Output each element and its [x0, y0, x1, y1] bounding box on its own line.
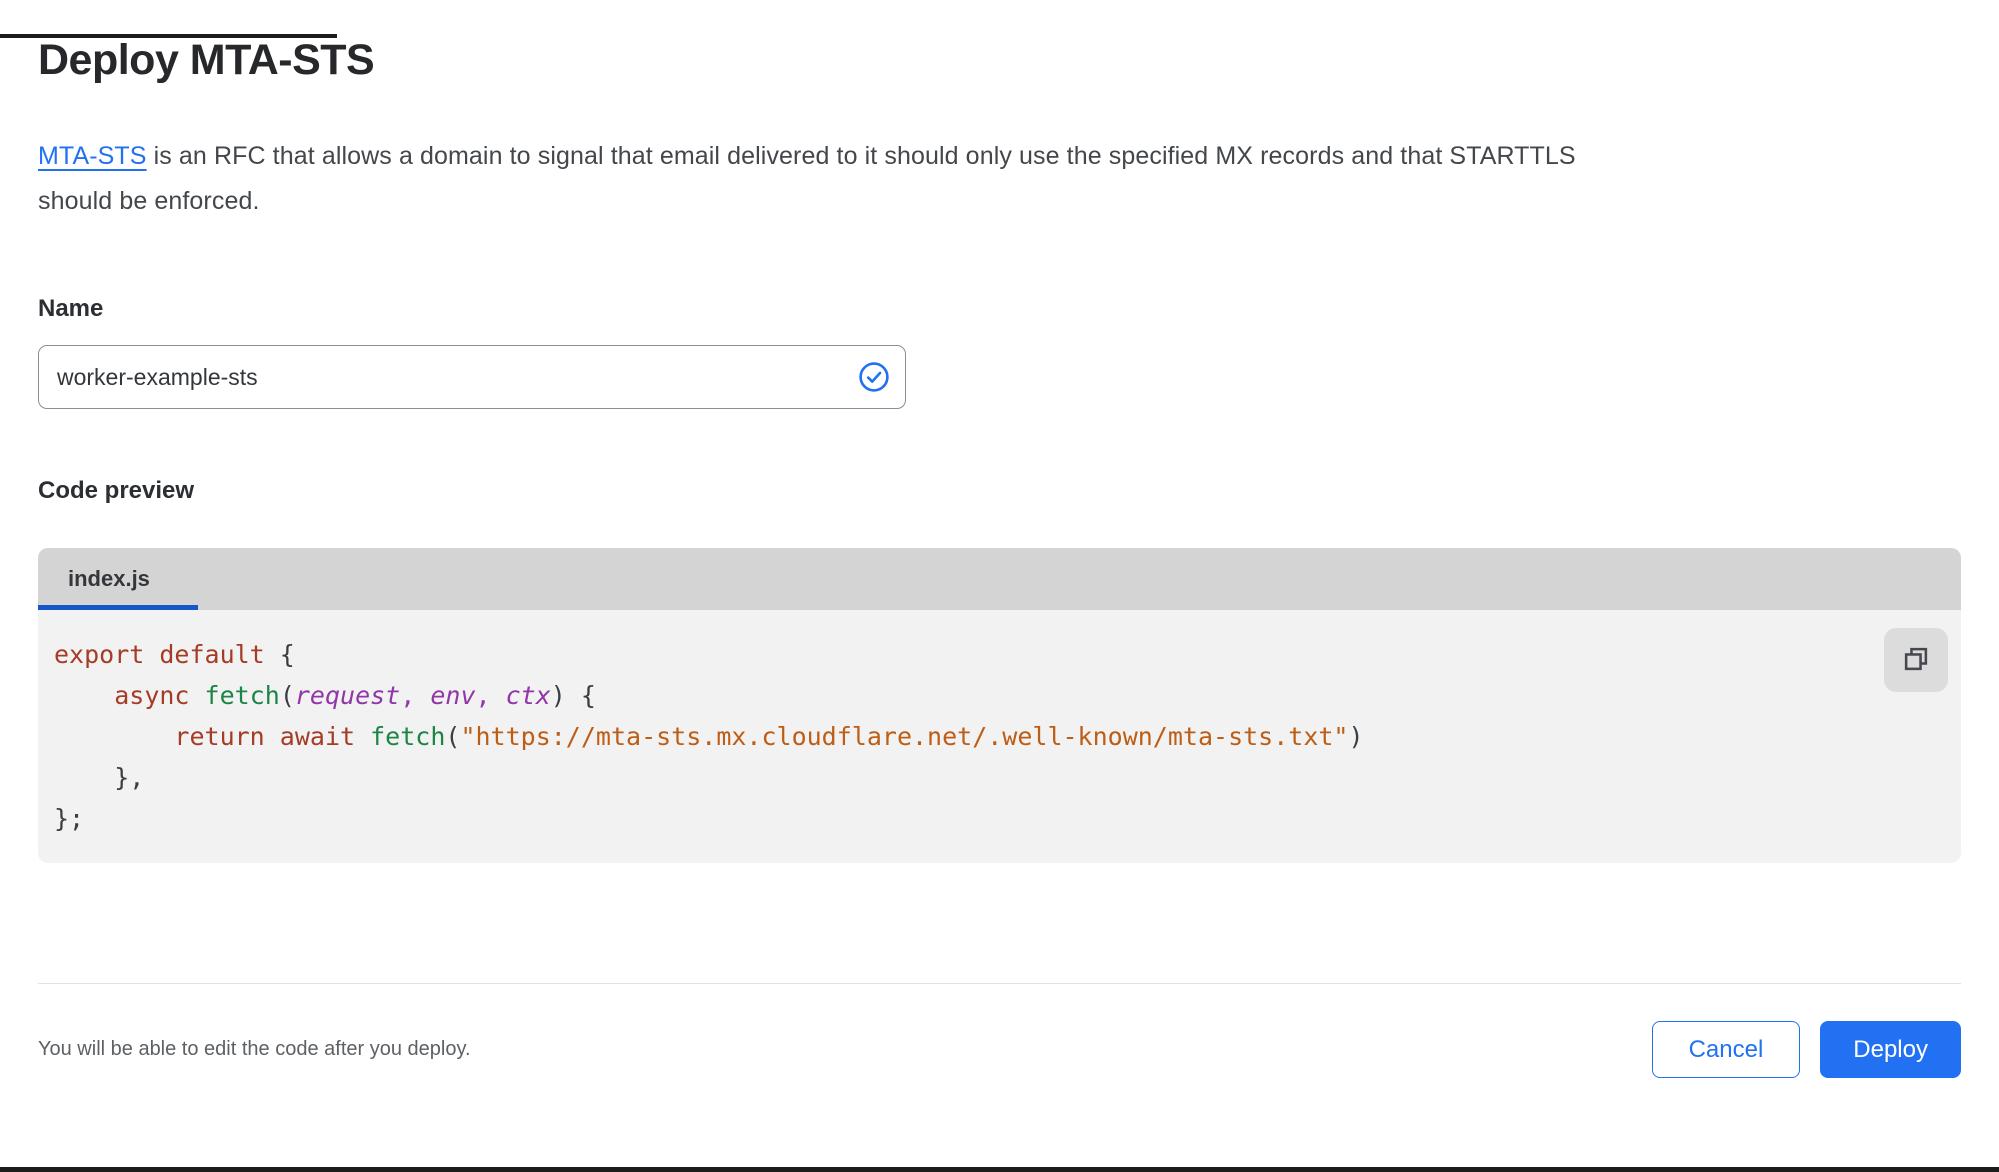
window-frame-bottom [0, 1167, 1999, 1172]
deploy-mta-sts-page: Deploy MTA-STS MTA-STS is an RFC that al… [0, 34, 1999, 1078]
mta-sts-link[interactable]: MTA-STS [38, 142, 147, 170]
code-line: return await fetch("https://mta-sts.mx.c… [54, 716, 1861, 757]
code-line: export default { [54, 634, 1861, 675]
footer-note: You will be able to edit the code after … [38, 1038, 471, 1061]
page-title: Deploy MTA-STS [38, 34, 1961, 86]
page-description: MTA-STS is an RFC that allows a domain t… [38, 134, 1961, 224]
copy-code-button[interactable] [1884, 628, 1948, 692]
code-lines: export default { async fetch(request, en… [54, 634, 1861, 839]
name-field-label: Name [38, 294, 1961, 323]
name-field-wrap [38, 345, 906, 409]
code-preview-card: index.js export default { async fetch(re… [38, 548, 1961, 863]
description-line2: should be enforced. [38, 187, 260, 215]
name-input[interactable] [38, 345, 906, 409]
code-line: }; [54, 798, 1861, 839]
code-line: }, [54, 757, 1861, 798]
copy-icon [1900, 643, 1932, 678]
footer: You will be able to edit the code after … [38, 1021, 1961, 1078]
tab-index-js[interactable]: index.js [38, 548, 198, 610]
window-frame-top [0, 34, 337, 38]
code-line: async fetch(request, env, ctx) { [54, 675, 1861, 716]
description-line1: is an RFC that allows a domain to signal… [147, 142, 1576, 170]
tab-index-js-label: index.js [68, 566, 150, 592]
code-editor: export default { async fetch(request, en… [38, 610, 1961, 863]
footer-divider [38, 983, 1961, 984]
footer-actions: Cancel Deploy [1652, 1021, 1961, 1078]
code-preview-label: Code preview [38, 476, 1961, 505]
deploy-button[interactable]: Deploy [1820, 1021, 1961, 1078]
cancel-button[interactable]: Cancel [1652, 1021, 1801, 1078]
code-tab-bar: index.js [38, 548, 1961, 610]
